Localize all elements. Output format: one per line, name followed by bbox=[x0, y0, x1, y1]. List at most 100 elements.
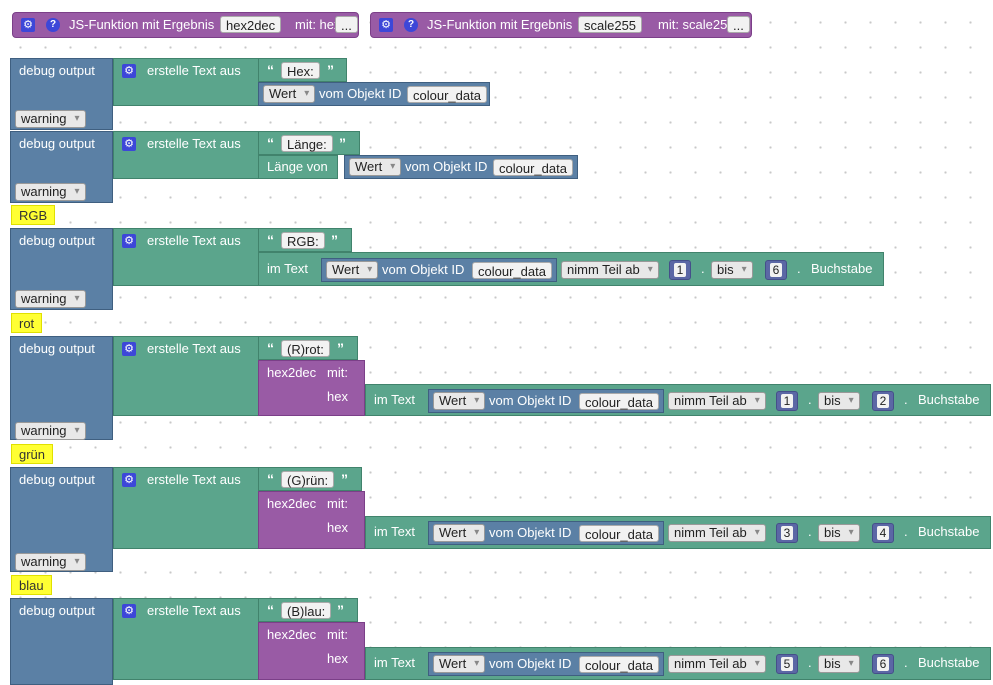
comment-rot[interactable]: rot bbox=[11, 313, 43, 333]
to-number-block[interactable]: 6 bbox=[765, 260, 787, 280]
substring-block[interactable]: im Text Wert vom Objekt ID colour_data n… bbox=[365, 516, 991, 549]
gear-icon[interactable]: ⚙ bbox=[122, 137, 136, 151]
substring-block[interactable]: im Text Wert vom Objekt ID colour_data n… bbox=[365, 384, 991, 416]
log-level-dropdown[interactable]: warning bbox=[15, 110, 86, 128]
to-number-field[interactable]: 2 bbox=[877, 394, 889, 408]
to-mode-dropdown[interactable]: bis bbox=[818, 392, 860, 410]
value-type-dropdown[interactable]: Wert bbox=[433, 655, 486, 673]
function-more-button[interactable]: ... bbox=[335, 16, 358, 33]
text-value-field[interactable]: (R)rot: bbox=[281, 340, 330, 357]
gear-icon[interactable]: ⚙ bbox=[122, 473, 136, 487]
log-level-dropdown[interactable]: warning bbox=[15, 553, 86, 571]
function-name-field[interactable]: hex2dec bbox=[220, 16, 282, 33]
gear-icon[interactable]: ⚙ bbox=[122, 604, 136, 618]
to-number-block[interactable]: 2 bbox=[872, 391, 894, 411]
substring-mode-dropdown[interactable]: nimm Teil ab bbox=[561, 261, 659, 279]
gear-icon[interactable]: ⚙ bbox=[21, 18, 35, 32]
text-value-field[interactable]: (G)rün: bbox=[281, 471, 335, 488]
length-of-block[interactable]: Länge von bbox=[258, 155, 338, 179]
debug-output-block[interactable]: debug output bbox=[10, 598, 113, 685]
gear-icon[interactable]: ⚙ bbox=[379, 18, 393, 32]
substring-mode-dropdown[interactable]: nimm Teil ab bbox=[668, 392, 766, 410]
hex2dec-call-block[interactable]: hex2dec mit: hex bbox=[258, 360, 365, 416]
function-name-field[interactable]: scale255 bbox=[578, 16, 643, 33]
gear-icon[interactable]: ⚙ bbox=[122, 234, 136, 248]
text-value-field[interactable]: Länge: bbox=[281, 135, 333, 152]
hex2dec-call-block[interactable]: hex2dec mit: hex bbox=[258, 491, 365, 549]
debug-output-block[interactable]: debug output warning bbox=[10, 467, 113, 572]
from-number-field[interactable]: 1 bbox=[674, 263, 686, 277]
substring-mode-dropdown[interactable]: nimm Teil ab bbox=[668, 655, 766, 673]
to-number-field[interactable]: 6 bbox=[877, 657, 889, 671]
from-number-block[interactable]: 1 bbox=[776, 391, 798, 411]
object-id-field[interactable]: colour_data bbox=[472, 262, 552, 279]
object-id-field[interactable]: colour_data bbox=[407, 86, 487, 103]
from-number-field[interactable]: 3 bbox=[781, 526, 793, 540]
gear-icon[interactable]: ⚙ bbox=[122, 64, 136, 78]
text-literal-block[interactable]: “ Länge: ” bbox=[258, 131, 360, 155]
substring-block[interactable]: im Text Wert vom Objekt ID colour_data n… bbox=[365, 647, 991, 680]
to-number-block[interactable]: 6 bbox=[872, 654, 894, 674]
comment-rgb[interactable]: RGB bbox=[11, 205, 56, 225]
function-block-hex2dec[interactable]: ⚙ ? JS-Funktion mit Ergebnis hex2dec mit… bbox=[12, 12, 359, 38]
debug-output-block[interactable]: debug output warning bbox=[10, 131, 113, 203]
object-id-field[interactable]: colour_data bbox=[493, 159, 573, 176]
debug-output-block[interactable]: debug output warning bbox=[10, 228, 113, 310]
create-text-block[interactable]: ⚙ erstelle Text aus bbox=[113, 228, 260, 286]
text-literal-block[interactable]: “ Hex: ” bbox=[258, 58, 347, 82]
get-value-block[interactable]: Wert vom Objekt ID colour_data bbox=[258, 82, 490, 106]
function-block-scale255[interactable]: ⚙ ? JS-Funktion mit Ergebnis scale255 mi… bbox=[370, 12, 752, 38]
value-type-dropdown[interactable]: Wert bbox=[433, 524, 486, 542]
function-more-button[interactable]: ... bbox=[727, 16, 750, 33]
value-type-dropdown[interactable]: Wert bbox=[263, 85, 316, 103]
from-number-block[interactable]: 1 bbox=[669, 260, 691, 280]
get-value-block[interactable]: Wert vom Objekt ID colour_data bbox=[321, 258, 557, 282]
get-value-block[interactable]: Wert vom Objekt ID colour_data bbox=[428, 521, 664, 545]
get-value-block[interactable]: Wert vom Objekt ID colour_data bbox=[344, 155, 578, 179]
text-value-field[interactable]: RGB: bbox=[281, 232, 325, 249]
create-text-block[interactable]: ⚙ erstelle Text aus bbox=[113, 598, 260, 680]
from-number-field[interactable]: 5 bbox=[781, 657, 793, 671]
from-number-block[interactable]: 5 bbox=[776, 654, 798, 674]
char-label: Buchstabe bbox=[918, 392, 980, 407]
create-text-block[interactable]: ⚙ erstelle Text aus bbox=[113, 467, 260, 549]
help-icon[interactable]: ? bbox=[46, 18, 60, 32]
value-type-dropdown[interactable]: Wert bbox=[349, 158, 402, 176]
to-mode-dropdown[interactable]: bis bbox=[711, 261, 753, 279]
create-text-block[interactable]: ⚙ erstelle Text aus bbox=[113, 336, 260, 416]
to-number-block[interactable]: 4 bbox=[872, 523, 894, 543]
comment-blau[interactable]: blau bbox=[11, 575, 52, 595]
to-number-field[interactable]: 4 bbox=[877, 526, 889, 540]
log-level-dropdown[interactable]: warning bbox=[15, 290, 86, 308]
text-literal-block[interactable]: “ RGB: ” bbox=[258, 228, 352, 252]
object-id-field[interactable]: colour_data bbox=[579, 393, 659, 410]
get-value-block[interactable]: Wert vom Objekt ID colour_data bbox=[428, 652, 664, 676]
help-icon[interactable]: ? bbox=[404, 18, 418, 32]
value-type-dropdown[interactable]: Wert bbox=[326, 261, 379, 279]
text-literal-block[interactable]: “ (R)rot: ” bbox=[258, 336, 358, 360]
substring-mode-dropdown[interactable]: nimm Teil ab bbox=[668, 524, 766, 542]
object-id-field[interactable]: colour_data bbox=[579, 525, 659, 542]
text-literal-block[interactable]: “ (G)rün: ” bbox=[258, 467, 362, 491]
object-id-field[interactable]: colour_data bbox=[579, 656, 659, 673]
to-mode-dropdown[interactable]: bis bbox=[818, 524, 860, 542]
log-level-dropdown[interactable]: warning bbox=[15, 183, 86, 201]
from-number-field[interactable]: 1 bbox=[781, 394, 793, 408]
from-number-block[interactable]: 3 bbox=[776, 523, 798, 543]
create-text-block[interactable]: ⚙ erstelle Text aus bbox=[113, 131, 260, 179]
log-level-dropdown[interactable]: warning bbox=[15, 422, 86, 440]
text-value-field[interactable]: (B)lau: bbox=[281, 602, 332, 619]
to-mode-dropdown[interactable]: bis bbox=[818, 655, 860, 673]
text-literal-block[interactable]: “ (B)lau: ” bbox=[258, 598, 358, 622]
value-type-dropdown[interactable]: Wert bbox=[433, 392, 486, 410]
create-text-block[interactable]: ⚙ erstelle Text aus bbox=[113, 58, 260, 106]
text-value-field[interactable]: Hex: bbox=[281, 62, 320, 79]
substring-block[interactable]: im Text Wert vom Objekt ID colour_data n… bbox=[258, 252, 884, 286]
comment-gruen[interactable]: grün bbox=[11, 444, 54, 464]
to-number-field[interactable]: 6 bbox=[770, 263, 782, 277]
hex2dec-call-block[interactable]: hex2dec mit: hex bbox=[258, 622, 365, 680]
debug-output-block[interactable]: debug output warning bbox=[10, 336, 113, 440]
debug-output-block[interactable]: debug output warning bbox=[10, 58, 113, 130]
get-value-block[interactable]: Wert vom Objekt ID colour_data bbox=[428, 389, 664, 413]
gear-icon[interactable]: ⚙ bbox=[122, 342, 136, 356]
